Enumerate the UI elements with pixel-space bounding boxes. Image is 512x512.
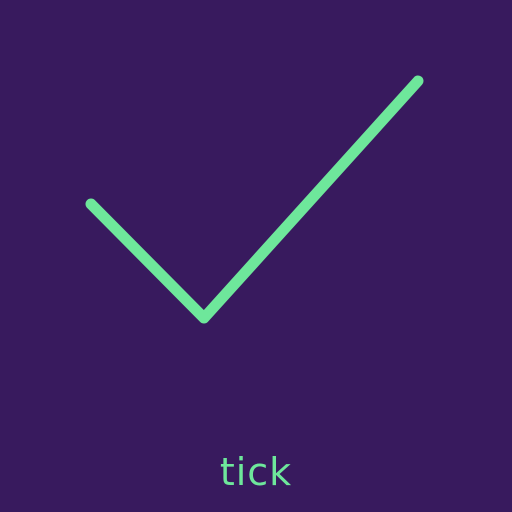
icon-card: tick <box>0 0 512 512</box>
icon-caption: tick <box>219 450 293 494</box>
checkmark-icon <box>85 75 424 324</box>
